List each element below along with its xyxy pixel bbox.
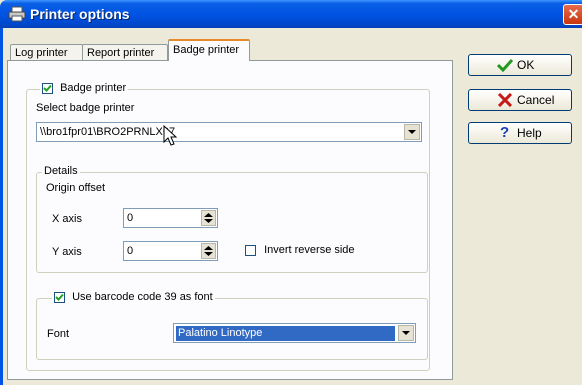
y-axis-value: 0 <box>127 245 134 257</box>
origin-offset-label: Origin offset <box>46 182 106 194</box>
y-axis-spinner[interactable]: 0 <box>123 241 218 261</box>
tab-badge-printer[interactable]: Badge printer <box>168 39 250 61</box>
y-axis-label: Y axis <box>52 246 82 258</box>
mouse-cursor-icon <box>163 125 178 146</box>
ok-label: OK <box>517 58 535 72</box>
ok-button[interactable]: OK <box>468 54 572 76</box>
badge-printer-select[interactable]: \\bro1fpr01\BRO2PRNLX07 <box>36 122 422 142</box>
font-label: Font <box>47 328 70 340</box>
spinner-arrows-icon[interactable] <box>201 210 216 226</box>
tab-label: Badge printer <box>173 44 240 56</box>
select-badge-printer-label: Select badge printer <box>36 102 135 114</box>
chevron-down-icon[interactable] <box>398 325 414 341</box>
x-axis-spinner[interactable]: 0 <box>123 208 218 228</box>
close-icon: ✕ <box>567 6 580 22</box>
barcode-font-label: Use barcode code 39 as font <box>72 291 213 303</box>
details-legend: Details <box>42 165 80 178</box>
checkbox[interactable] <box>42 82 53 94</box>
spinner-arrows-icon[interactable] <box>201 243 216 259</box>
help-label: Help <box>517 126 542 140</box>
x-icon <box>497 93 513 107</box>
font-value: Palatino Linotype <box>176 326 395 341</box>
badge-printer-checkbox[interactable]: Badge printer <box>40 82 129 95</box>
x-axis-value: 0 <box>127 212 134 224</box>
chevron-down-icon[interactable] <box>404 124 420 140</box>
barcode-font-checkbox[interactable]: Use barcode code 39 as font <box>52 291 215 304</box>
badge-printer-value: \\bro1fpr01\BRO2PRNLX07 <box>40 126 176 138</box>
printer-icon <box>8 6 26 22</box>
badge-printer-panel: Badge printer Select badge printer \\bro… <box>7 60 453 380</box>
window-title: Printer options <box>30 6 130 22</box>
check-icon <box>55 293 64 301</box>
checkbox[interactable] <box>54 291 65 303</box>
title-bar[interactable]: Printer options ✕ <box>0 0 582 28</box>
cancel-button[interactable]: Cancel <box>468 89 572 111</box>
badge-printer-label: Badge printer <box>60 82 127 94</box>
font-select[interactable]: Palatino Linotype <box>173 323 416 343</box>
invert-reverse-side-checkbox[interactable]: Invert reverse side <box>245 244 355 256</box>
question-icon: ? <box>500 124 510 141</box>
check-icon <box>43 84 52 92</box>
cancel-label: Cancel <box>517 93 555 107</box>
tab-label: Log printer <box>15 47 68 59</box>
invert-reverse-side-label: Invert reverse side <box>264 244 355 256</box>
checkmark-icon <box>497 58 513 72</box>
x-axis-label: X axis <box>52 213 82 225</box>
help-button[interactable]: ? Help <box>468 122 572 144</box>
checkbox[interactable] <box>245 244 256 256</box>
tab-label: Report printer <box>87 47 155 59</box>
close-button[interactable]: ✕ <box>563 4 582 25</box>
